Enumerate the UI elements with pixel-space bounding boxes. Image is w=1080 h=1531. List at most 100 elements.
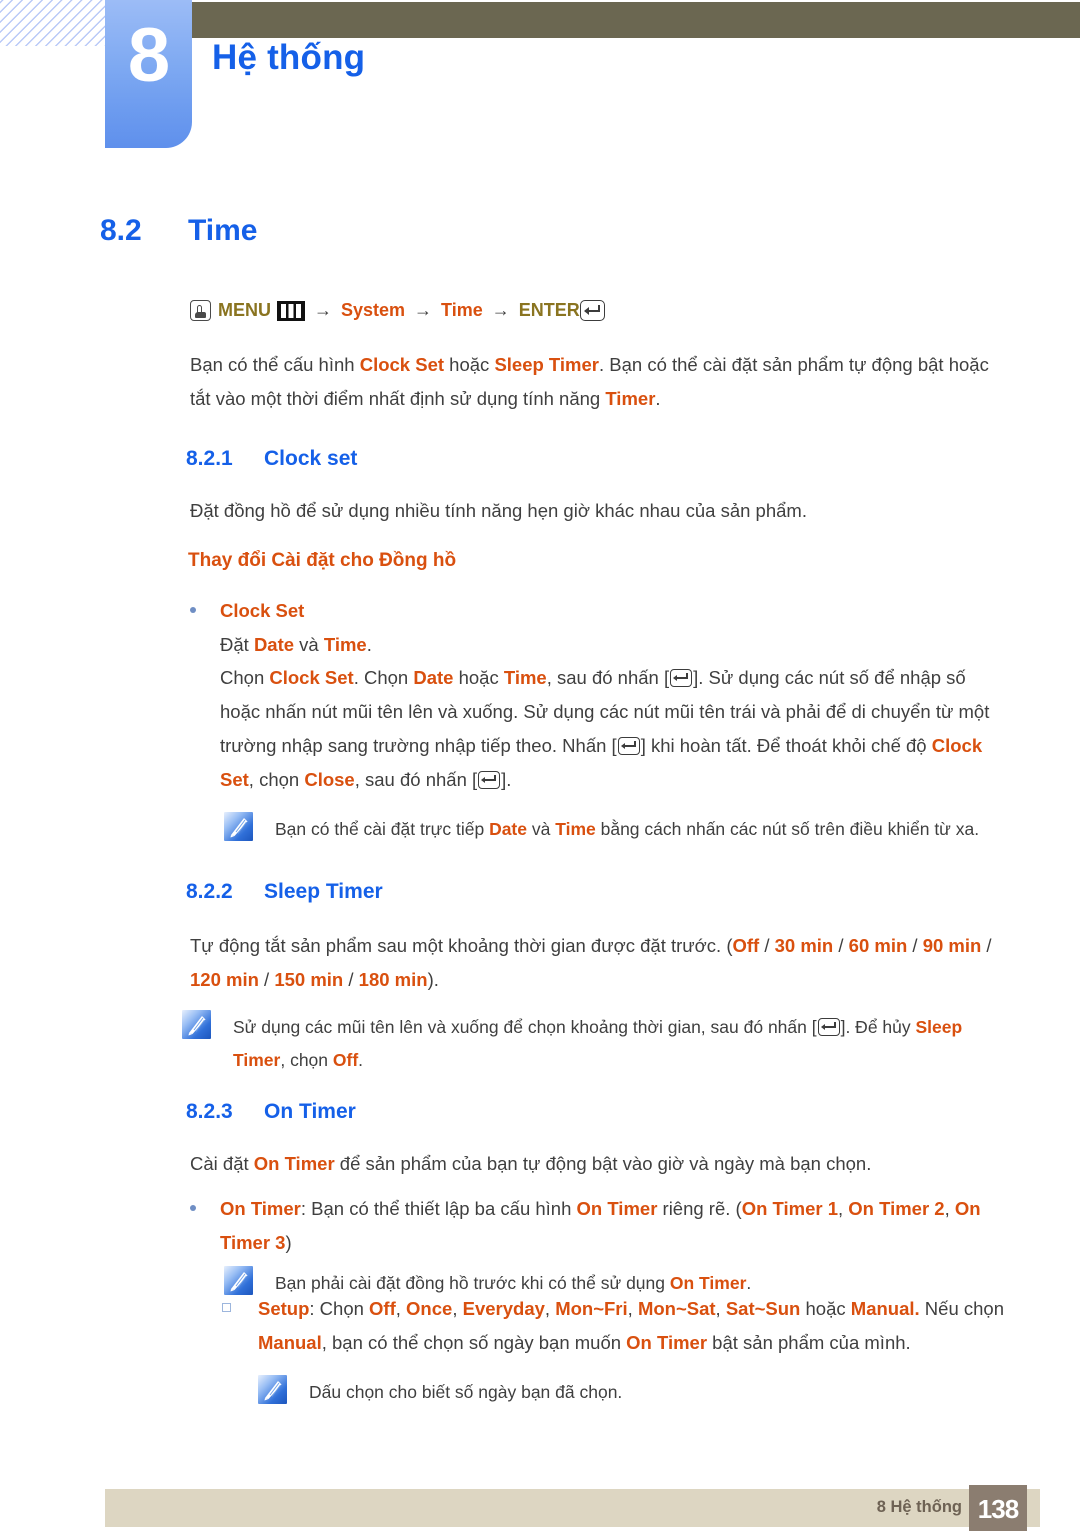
note1-b2: Time (555, 819, 596, 839)
clock-set-bullet-t3: . (366, 634, 372, 655)
footer-chapter-label: 8 Hệ thống (876, 1498, 962, 1516)
setup-t4: , (544, 1298, 556, 1319)
cs-t3: hoặc (453, 667, 504, 688)
setup-t2: , (395, 1298, 407, 1319)
setup-b3: Once (406, 1298, 453, 1319)
page-header: 8 Hệ thống (0, 0, 1080, 160)
note-clock-set: Bạn có thể cài đặt trực tiếp Date và Tim… (224, 812, 1010, 846)
page-number: 138 (977, 1494, 1019, 1524)
intro-paragraph: Bạn có thể cấu hình Clock Set hoặc Sleep… (190, 348, 1008, 416)
bullet-dot-icon (190, 1192, 220, 1211)
otb-t2: riêng rẽ. ( (657, 1198, 742, 1219)
st-s5: / (258, 969, 275, 990)
setup-t6: , (715, 1298, 726, 1319)
enter-label: ENTER (518, 300, 580, 320)
clock-set-bullet-label: Clock Set (220, 600, 305, 621)
cs-t2: . Chọn (353, 667, 414, 688)
breadcrumb-arrow-2: → (414, 300, 433, 320)
subsection-heading-clock-set: 8.2.1 Clock set (186, 447, 357, 471)
ot-b1: On Timer (253, 1153, 335, 1174)
note-sleep-timer: Sử dụng các mũi tên lên và xuống để chọn… (182, 1010, 1010, 1077)
setup-b5: Mon~Fri (555, 1298, 628, 1319)
subsection-number-on-timer: 8.2.3 (186, 1100, 233, 1123)
st-o4: 90 min (922, 935, 982, 956)
subsection-title-sleep-timer: Sleep Timer (264, 880, 383, 903)
note1-t3: bằng cách nhấn các nút số trên điều khiể… (595, 819, 980, 839)
note-text: Bạn có thể cài đặt trực tiếp Date và Tim… (275, 812, 979, 846)
intro-b2: Sleep Timer (494, 354, 599, 375)
breadcrumb-item-system: System (341, 300, 406, 320)
note3-b1: On Timer (669, 1273, 747, 1293)
cs-t4: , sau đó nhấn [ (546, 667, 670, 688)
setup-t8: Nếu chọn (919, 1298, 1004, 1319)
breadcrumb-item-time: Time (441, 300, 483, 320)
setup-t10: bật sản phẩm của mình. (707, 1332, 911, 1353)
st-s3: / (907, 935, 923, 956)
clock-set-bullet-b1: Date (253, 634, 295, 655)
breadcrumb: MENU → System → Time → ENTER (190, 300, 605, 321)
otb-b2: On Timer (576, 1198, 658, 1219)
st-o5: 120 min (190, 969, 259, 990)
otb-b4: On Timer 2 (848, 1198, 945, 1219)
cs-t6: ] khi hoàn tất. Để thoát khỏi chế độ (640, 735, 932, 756)
setup-b9: Manual (258, 1332, 322, 1353)
st-o7: 180 min (358, 969, 428, 990)
st-t2: ). (427, 969, 439, 990)
note-on-timer-checkmark: Dấu chọn cho biết số ngày bạn đã chọn. (258, 1375, 1008, 1409)
note-quill-icon (224, 812, 253, 841)
subsection-title-clock-set: Clock set (264, 447, 358, 470)
st-s4: / (981, 935, 992, 956)
otb-t4: , (944, 1198, 955, 1219)
bullet-dot-icon (190, 594, 220, 613)
note-quill-icon (182, 1010, 211, 1039)
breadcrumb-arrow-1: → (314, 300, 332, 320)
setup-t7: hoặc (800, 1298, 851, 1319)
enter-key-icon (670, 669, 693, 687)
note-text: Dấu chọn cho biết số ngày bạn đã chọn. (309, 1382, 623, 1402)
section-number: 8.2 (100, 214, 142, 247)
menu-label: MENU (218, 300, 271, 320)
cs-b2: Date (413, 667, 454, 688)
st-s6: / (343, 969, 359, 990)
cs-t9: ]. (501, 769, 512, 790)
clock-set-bullet-b2: Time (323, 634, 367, 655)
cs-t8: , sau đó nhấn [ (354, 769, 478, 790)
st-o2: 30 min (774, 935, 834, 956)
setup-t5: , (627, 1298, 638, 1319)
note1-t2: và (527, 819, 556, 839)
setup-b10: On Timer (626, 1332, 708, 1353)
subsection-number-clock-set: 8.2.1 (186, 447, 233, 470)
enter-key-icon (617, 737, 640, 755)
st-s1: / (759, 935, 775, 956)
cs-b1: Clock Set (269, 667, 354, 688)
otb-b1: On Timer (220, 1198, 301, 1219)
clock-set-bullet-t1: Đặt (220, 634, 254, 655)
cs-b5: Close (304, 769, 355, 790)
subsection-heading-sleep-timer: 8.2.2 Sleep Timer (186, 880, 383, 904)
list-item-content: Clock Set Đặt Date và Time. (220, 594, 372, 662)
note2-b2: Off (332, 1050, 359, 1070)
note1-b1: Date (489, 819, 527, 839)
chapter-tab: 8 (105, 0, 192, 148)
note1-t1: Bạn có thể cài đặt trực tiếp (275, 819, 490, 839)
menu-bars-icon (277, 300, 305, 321)
ot-t2: để sản phẩm của bạn tự động bật vào giờ … (334, 1153, 872, 1174)
st-o1: Off (732, 935, 760, 956)
clock-set-bullet-t2: và (294, 634, 324, 655)
footer-page-box: 138 (969, 1485, 1027, 1531)
otb-b3: On Timer 1 (741, 1198, 839, 1219)
otb-t3: , (838, 1198, 849, 1219)
intro-b1: Clock Set (359, 354, 445, 375)
clock-set-description: Đặt đồng hồ để sử dụng nhiều tính năng h… (190, 500, 807, 521)
enter-key-icon (478, 771, 501, 789)
list-item-content: Setup: Chọn Off, Once, Everyday, Mon~Fri… (258, 1292, 1010, 1360)
chapter-number: 8 (127, 13, 170, 98)
subsection-title-on-timer: On Timer (264, 1100, 356, 1123)
enter-key-icon (579, 300, 605, 321)
intro-t4: . (655, 388, 661, 409)
st-o3: 60 min (848, 935, 908, 956)
setup-t3: , (452, 1298, 463, 1319)
note2-t4: . (358, 1050, 364, 1070)
section-heading: 8.2 Time (100, 214, 257, 248)
otb-t1: : Bạn có thể thiết lập ba cấu hình (300, 1198, 577, 1219)
